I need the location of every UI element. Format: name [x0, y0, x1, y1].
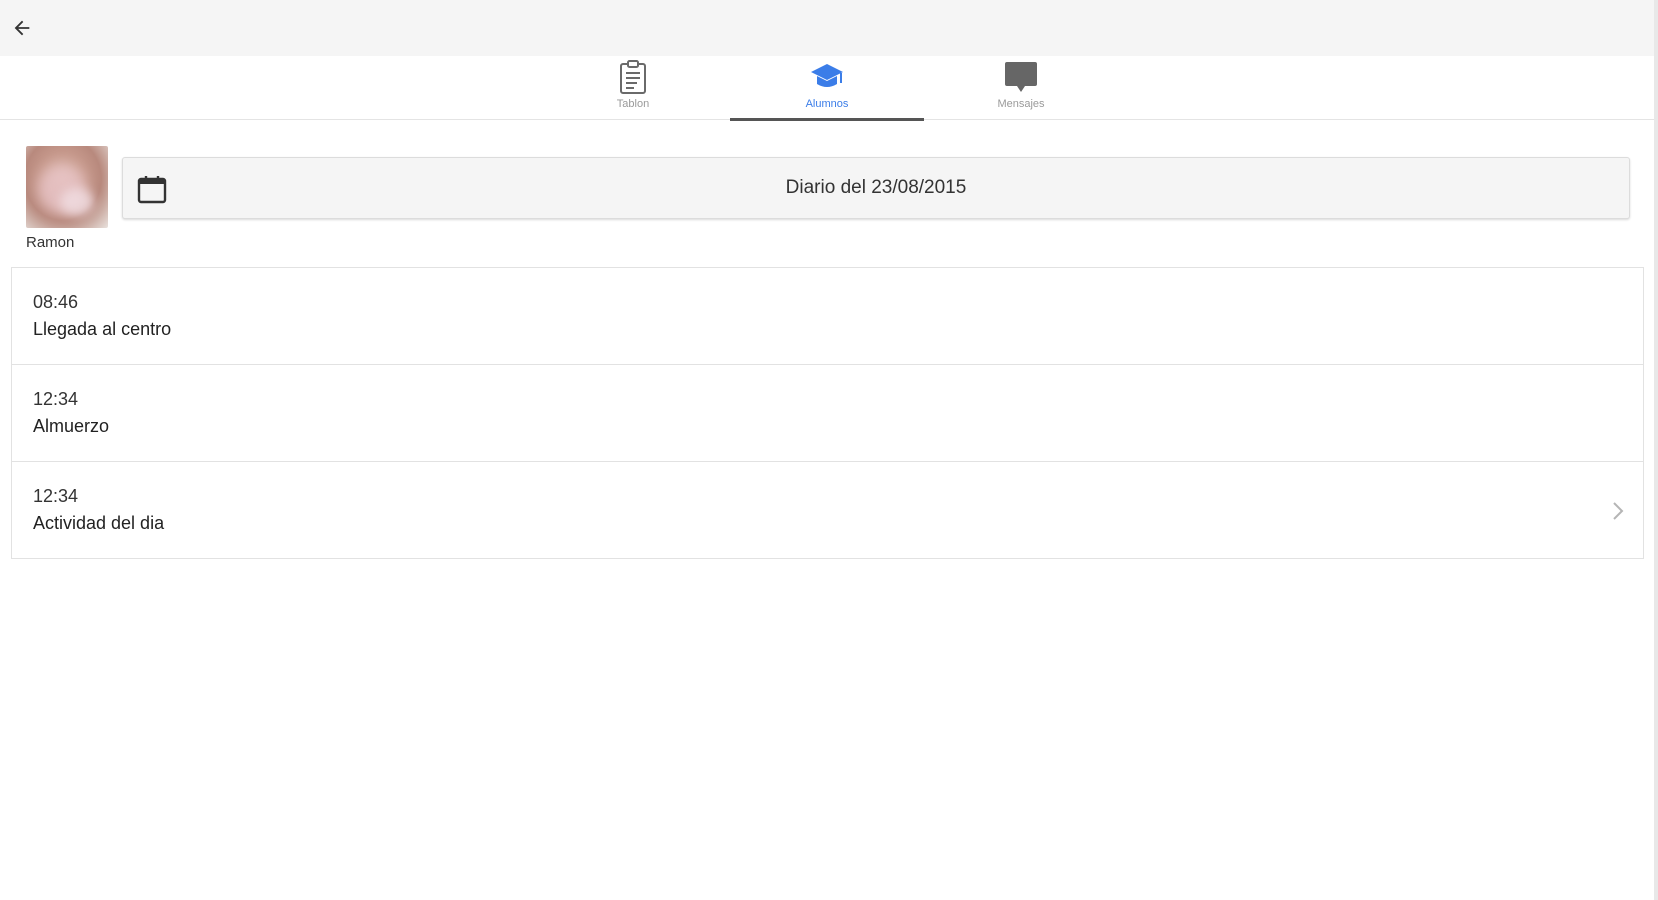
event-title: Actividad del dia [33, 513, 165, 533]
event-title: Llegada al centro [33, 319, 172, 339]
event-time: 12:34 [33, 389, 79, 409]
event-time: 08:46 [33, 292, 79, 312]
date-selector-button[interactable]: Diario del 23/08/2015 [122, 157, 1630, 219]
top-app-bar [0, 0, 1658, 56]
tab-label: Alumnos [805, 98, 849, 110]
event-list: 08:46 Llegada al centro 12:34 Almuerzo 1… [11, 267, 1644, 559]
chat-bubble-icon [1003, 59, 1039, 95]
chevron-right-icon [1613, 502, 1624, 520]
tab-label: Tablon [616, 98, 650, 110]
tab-alumnos[interactable]: Alumnos [730, 56, 924, 121]
clipboard-icon [615, 59, 651, 95]
back-button[interactable] [8, 14, 36, 42]
graduation-cap-icon [809, 59, 845, 95]
tab-label: Mensajes [997, 98, 1045, 110]
student-name: Ramon [26, 234, 75, 251]
window-edge [1654, 0, 1658, 900]
avatar [26, 146, 108, 228]
tab-mensajes[interactable]: Mensajes [924, 56, 1118, 120]
event-title: Almuerzo [33, 416, 110, 436]
list-item[interactable]: 12:34 Almuerzo [12, 365, 1643, 462]
student-card[interactable]: Ramon [26, 146, 108, 251]
event-time: 12:34 [33, 486, 79, 506]
date-label: Diario del 23/08/2015 [785, 177, 967, 198]
arrow-left-icon [14, 20, 30, 36]
list-item[interactable]: 12:34 Actividad del dia [12, 462, 1643, 559]
tab-bar: Tablon Alumnos Mensajes [0, 56, 1658, 121]
tab-tablon[interactable]: Tablon [536, 56, 730, 120]
list-item[interactable]: 08:46 Llegada al centro [12, 268, 1643, 365]
